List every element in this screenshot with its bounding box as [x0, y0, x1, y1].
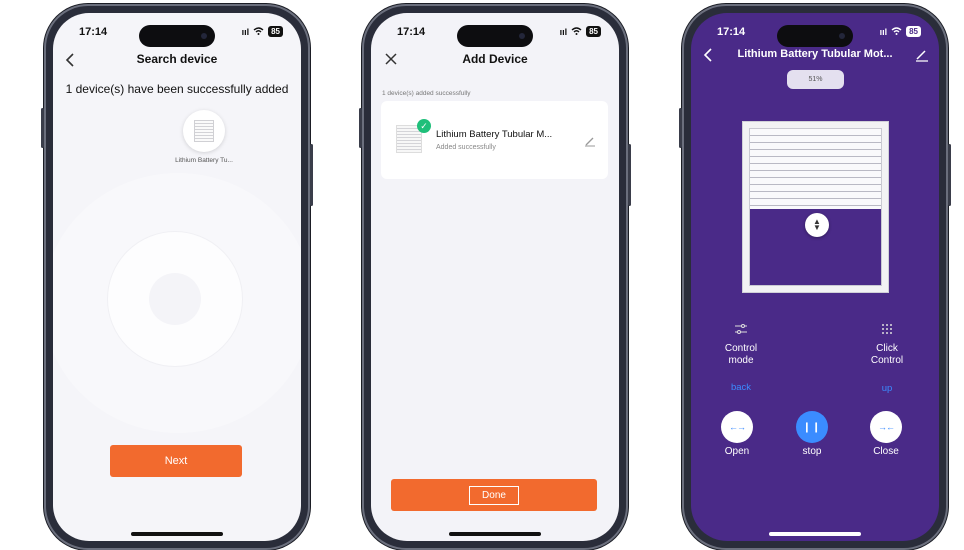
grid-dots-icon — [880, 323, 894, 335]
wifi-icon — [891, 26, 902, 37]
position-percent: 51% — [787, 70, 844, 89]
phone-add-device: 17:14 ııl 85 Add Device 1 device(s) adde… — [359, 4, 631, 550]
stage: 17:14 ııl 85 Search device 1 device(s) h… — [0, 0, 964, 550]
control-mode-value[interactable]: back — [713, 382, 769, 393]
device-name: Lithium Battery Tubular M... — [436, 129, 553, 140]
status-bar: 17:14 ııl 85 — [371, 25, 619, 43]
pencil-icon[interactable] — [915, 48, 929, 62]
wifi-icon — [571, 26, 582, 37]
pause-icon: ❙❙ — [802, 421, 822, 433]
up-down-icon: ▲ ▼ — [813, 217, 821, 232]
done-button[interactable]: Done — [391, 479, 597, 511]
chevron-left-icon[interactable] — [699, 46, 719, 64]
device-bubble[interactable] — [183, 110, 225, 152]
page-title: Search device — [136, 52, 218, 66]
home-indicator — [769, 532, 861, 536]
close-label: Close — [873, 446, 899, 457]
blind-slats — [750, 129, 881, 209]
battery-icon: 85 — [586, 26, 601, 37]
stop-button[interactable]: ❙❙ — [796, 411, 828, 443]
stop-label: stop — [802, 446, 822, 457]
blind-preview: ▲ ▼ — [742, 121, 889, 293]
control-mode[interactable]: Control mode — [713, 323, 769, 367]
screen-device-control: 17:14 ııl 85 Lithium Battery Tubular Mot… — [691, 13, 939, 541]
window-pane — [749, 128, 882, 286]
click-control-label: Click Control — [870, 343, 904, 366]
phone-device-control: 17:14 ııl 85 Lithium Battery Tubular Mot… — [679, 4, 951, 550]
status-bar: 17:14 ııl 85 — [53, 25, 301, 43]
device-label: Lithium Battery Tu... — [175, 157, 233, 164]
page-title: Add Device — [462, 52, 528, 66]
open-label: Open — [724, 446, 750, 457]
blind-icon — [194, 120, 214, 142]
signal-icon: ııl — [879, 26, 888, 37]
screen-add-device: 17:14 ııl 85 Add Device 1 device(s) adde… — [371, 13, 619, 541]
arrows-out-icon: ←→ — [729, 422, 746, 432]
open-button[interactable]: ←→ — [721, 411, 753, 443]
phone-search-device: 17:14 ııl 85 Search device 1 device(s) h… — [41, 4, 313, 550]
battery-icon: 85 — [268, 26, 283, 37]
status-time: 17:14 — [717, 26, 746, 38]
click-control[interactable]: Click Control — [859, 323, 915, 367]
screen-search-device: 17:14 ııl 85 Search device 1 device(s) h… — [53, 13, 301, 541]
status-bar: 17:14 ııl 85 — [691, 25, 939, 43]
status-icons: ııl 85 — [242, 26, 283, 37]
check-icon: ✓ — [417, 119, 431, 133]
wifi-icon — [253, 26, 264, 37]
home-indicator — [131, 532, 223, 536]
radar-ring-inner — [149, 273, 201, 325]
status-time: 17:14 — [79, 26, 108, 38]
control-mode-label: Control mode — [724, 343, 758, 366]
drag-handle[interactable]: ▲ ▼ — [805, 213, 829, 237]
device-title: Lithium Battery Tubular Mot... — [737, 48, 893, 60]
close-button[interactable]: →← — [870, 411, 902, 443]
next-button[interactable]: Next — [110, 445, 242, 477]
device-status: Added successfully — [436, 144, 496, 151]
status-icons: ııl 85 — [880, 26, 921, 37]
pencil-icon[interactable] — [584, 134, 596, 147]
click-control-value[interactable]: up — [859, 383, 915, 394]
battery-icon: 85 — [906, 26, 921, 37]
done-label: Done — [469, 485, 519, 505]
device-card[interactable]: ✓ Lithium Battery Tubular M... Added suc… — [381, 101, 608, 179]
arrows-in-icon: →← — [878, 422, 895, 432]
sliders-icon — [734, 323, 748, 335]
success-message: 1 device(s) have been successfully added — [65, 82, 289, 96]
signal-icon: ııl — [559, 26, 568, 37]
home-indicator — [449, 532, 541, 536]
status-icons: ııl 85 — [560, 26, 601, 37]
added-count-text: 1 device(s) added successfully — [382, 90, 471, 97]
signal-icon: ııl — [241, 26, 250, 37]
status-time: 17:14 — [397, 26, 426, 38]
